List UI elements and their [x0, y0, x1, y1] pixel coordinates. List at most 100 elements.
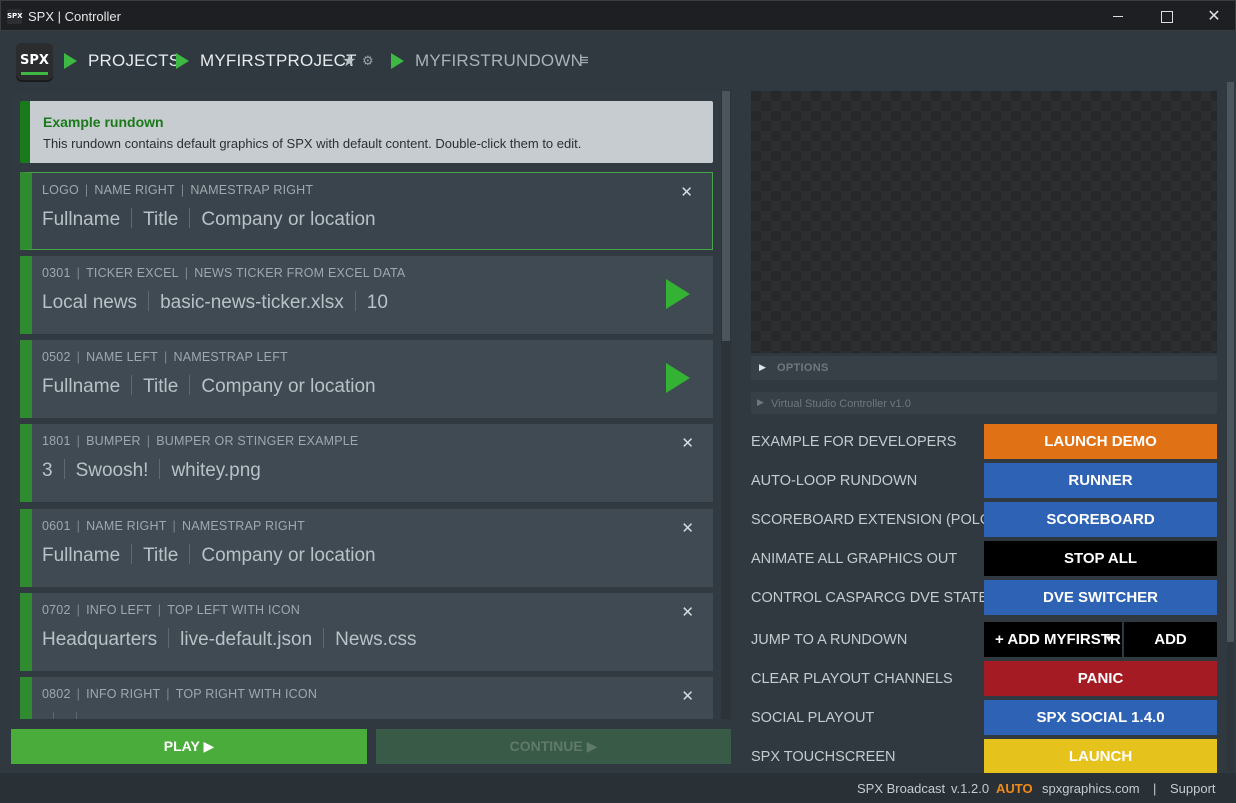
- rundown-item[interactable]: 0601 | NAME RIGHT | NAMESTRAP RIGHT Fullname T…: [20, 509, 713, 587]
- add-rundown-button[interactable]: ADD: [1124, 622, 1217, 657]
- meta-separator: |: [180, 183, 185, 197]
- field-separator: [131, 544, 133, 564]
- options-toggle[interactable]: ▶ OPTIONS: [751, 356, 1217, 380]
- item-fields: Headquarters live-default.json News.css: [42, 628, 416, 651]
- rundown-list[interactable]: Example rundown This rundown contains de…: [11, 91, 731, 719]
- field-value: live-default.json: [180, 629, 313, 650]
- field-separator: [159, 459, 161, 479]
- field-separator: [189, 208, 191, 228]
- meta-value: 0702: [42, 603, 71, 617]
- extension-button[interactable]: DVE SWITCHER: [984, 580, 1217, 615]
- field-value: Swoosh!: [75, 460, 149, 481]
- extension-label: AUTO-LOOP RUNDOWN: [751, 473, 918, 489]
- spx-logo[interactable]: SPX: [16, 43, 53, 80]
- logo-text: SPX: [20, 53, 49, 68]
- extension-label: ANIMATE ALL GRAPHICS OUT: [751, 551, 958, 567]
- meta-value: TICKER EXCEL: [86, 266, 179, 280]
- notice-text: This rundown contains default graphics o…: [43, 136, 582, 151]
- rundown-item[interactable]: LOGO | NAME RIGHT | NAMESTRAP RIGHT Fullname T…: [20, 172, 713, 250]
- meta-separator: |: [76, 603, 81, 617]
- field-separator: [189, 375, 191, 395]
- rundown-item[interactable]: 1801 | BUMPER | BUMPER OR STINGER EXAMPLE 3 Sw…: [20, 424, 713, 502]
- field-value: whitey.png: [171, 460, 261, 481]
- field-separator: [148, 291, 150, 311]
- app-icon: SPX: [7, 9, 23, 24]
- item-meta: 0301 | TICKER EXCEL | NEWS TICKER FROM EXCEL…: [42, 266, 405, 280]
- vsc-label: Virtual Studio Controller v1.0: [771, 398, 911, 410]
- footer-mode: AUTO: [996, 781, 1033, 796]
- meta-value: LOGO: [42, 183, 79, 197]
- item-fields: [42, 712, 88, 719]
- meta-value: TOP LEFT WITH ICON: [167, 603, 300, 617]
- meta-value: NAME RIGHT: [86, 519, 167, 533]
- rundown-select[interactable]: + ADD MYFIRSTR ▼: [984, 622, 1122, 657]
- extension-label: JUMP TO A RUNDOWN: [751, 632, 908, 648]
- field-value: Company or location: [201, 209, 376, 230]
- chevron-down-icon: ▼: [1104, 634, 1114, 645]
- close-icon[interactable]: ✕: [680, 183, 693, 201]
- scrollbar-thumb[interactable]: [722, 91, 730, 341]
- star-icon[interactable]: ★: [342, 51, 356, 71]
- footer-support-link[interactable]: Support: [1170, 781, 1216, 796]
- rundown-select-value: + ADD MYFIRSTR: [995, 631, 1121, 648]
- field-value: 3: [42, 460, 53, 481]
- extension-label: CLEAR PLAYOUT CHANNELS: [751, 671, 953, 687]
- meta-value: NAME RIGHT: [94, 183, 175, 197]
- field-value: 10: [366, 292, 388, 313]
- expand-icon: ▶: [757, 397, 764, 407]
- extension-button[interactable]: SPX SOCIAL 1.4.0: [984, 700, 1217, 735]
- extension-button[interactable]: SCOREBOARD: [984, 502, 1217, 537]
- footer: SPX Broadcast v.1.2.0 AUTO spxgraphics.c…: [0, 773, 1236, 803]
- rundown-scrollbar[interactable]: [721, 91, 731, 719]
- close-icon[interactable]: ✕: [681, 687, 694, 705]
- rundown-item[interactable]: 0702 | INFO LEFT | TOP LEFT WITH ICON Headqua…: [20, 593, 713, 671]
- meta-value: INFO RIGHT: [86, 687, 161, 701]
- play-icon[interactable]: [666, 363, 690, 393]
- play-icon[interactable]: [666, 279, 690, 309]
- meta-value: 0502: [42, 350, 71, 364]
- field-value: basic-news-ticker.xlsx: [160, 292, 344, 313]
- breadcrumb-project[interactable]: MYFIRSTPROJECT: [200, 51, 357, 71]
- meta-separator: |: [157, 603, 162, 617]
- rundown-item[interactable]: 0502 | NAME LEFT | NAMESTRAP LEFT Fullname Tit…: [20, 340, 713, 418]
- meta-value: NEWS TICKER FROM EXCEL DATA: [194, 266, 406, 280]
- meta-separator: |: [166, 687, 170, 701]
- item-fields: 3 Swoosh! whitey.png: [42, 459, 261, 482]
- options-label: OPTIONS: [777, 362, 829, 374]
- scrollbar-thumb[interactable]: [1227, 82, 1234, 642]
- meta-separator: |: [76, 519, 81, 533]
- meta-separator: |: [184, 266, 189, 280]
- meta-value: 0601: [42, 519, 71, 533]
- extension-button[interactable]: RUNNER: [984, 463, 1217, 498]
- field-value: Fullname: [42, 209, 121, 230]
- rundown-item[interactable]: 0802 | INFO RIGHT | TOP RIGHT WITH ICON ✕: [20, 677, 713, 719]
- close-icon[interactable]: ✕: [681, 603, 694, 621]
- panel-scrollbar[interactable]: [1227, 82, 1234, 772]
- breadcrumb-rundown[interactable]: MYFIRSTRUNDOWN: [415, 51, 583, 71]
- play-button[interactable]: PLAY ▶: [11, 729, 367, 764]
- extension-button[interactable]: PANIC: [984, 661, 1217, 696]
- virtual-studio-controller-toggle[interactable]: ▶ Virtual Studio Controller v1.0: [751, 392, 1217, 414]
- breadcrumb-projects[interactable]: PROJECTS: [88, 51, 180, 71]
- meta-value: 0802: [42, 687, 71, 701]
- close-icon[interactable]: ✕: [681, 519, 694, 537]
- minimize-button[interactable]: [1094, 1, 1142, 32]
- rundown-item[interactable]: 0301 | TICKER EXCEL | NEWS TICKER FROM EXCEL…: [20, 256, 713, 334]
- close-icon[interactable]: ✕: [681, 434, 694, 452]
- footer-site-link[interactable]: spxgraphics.com: [1042, 781, 1140, 796]
- gear-icon[interactable]: ⚙: [362, 53, 374, 69]
- close-window-button[interactable]: ✕: [1190, 1, 1236, 32]
- extension-button[interactable]: STOP ALL: [984, 541, 1217, 576]
- meta-value: TOP RIGHT WITH ICON: [175, 687, 318, 701]
- menu-icon[interactable]: ≡: [580, 52, 589, 69]
- maximize-button[interactable]: [1142, 1, 1190, 32]
- field-value: Fullname: [42, 545, 121, 566]
- window-title: SPX | Controller: [28, 9, 121, 24]
- continue-button[interactable]: CONTINUE ▶: [376, 729, 731, 764]
- expand-icon: ▶: [759, 362, 766, 372]
- field-separator: [63, 459, 65, 479]
- item-meta: 0702 | INFO LEFT | TOP LEFT WITH ICON: [42, 603, 300, 617]
- extension-button[interactable]: LAUNCH DEMO: [984, 424, 1217, 459]
- footer-version: v.1.2.0: [951, 781, 990, 796]
- extension-button[interactable]: LAUNCH: [984, 739, 1217, 774]
